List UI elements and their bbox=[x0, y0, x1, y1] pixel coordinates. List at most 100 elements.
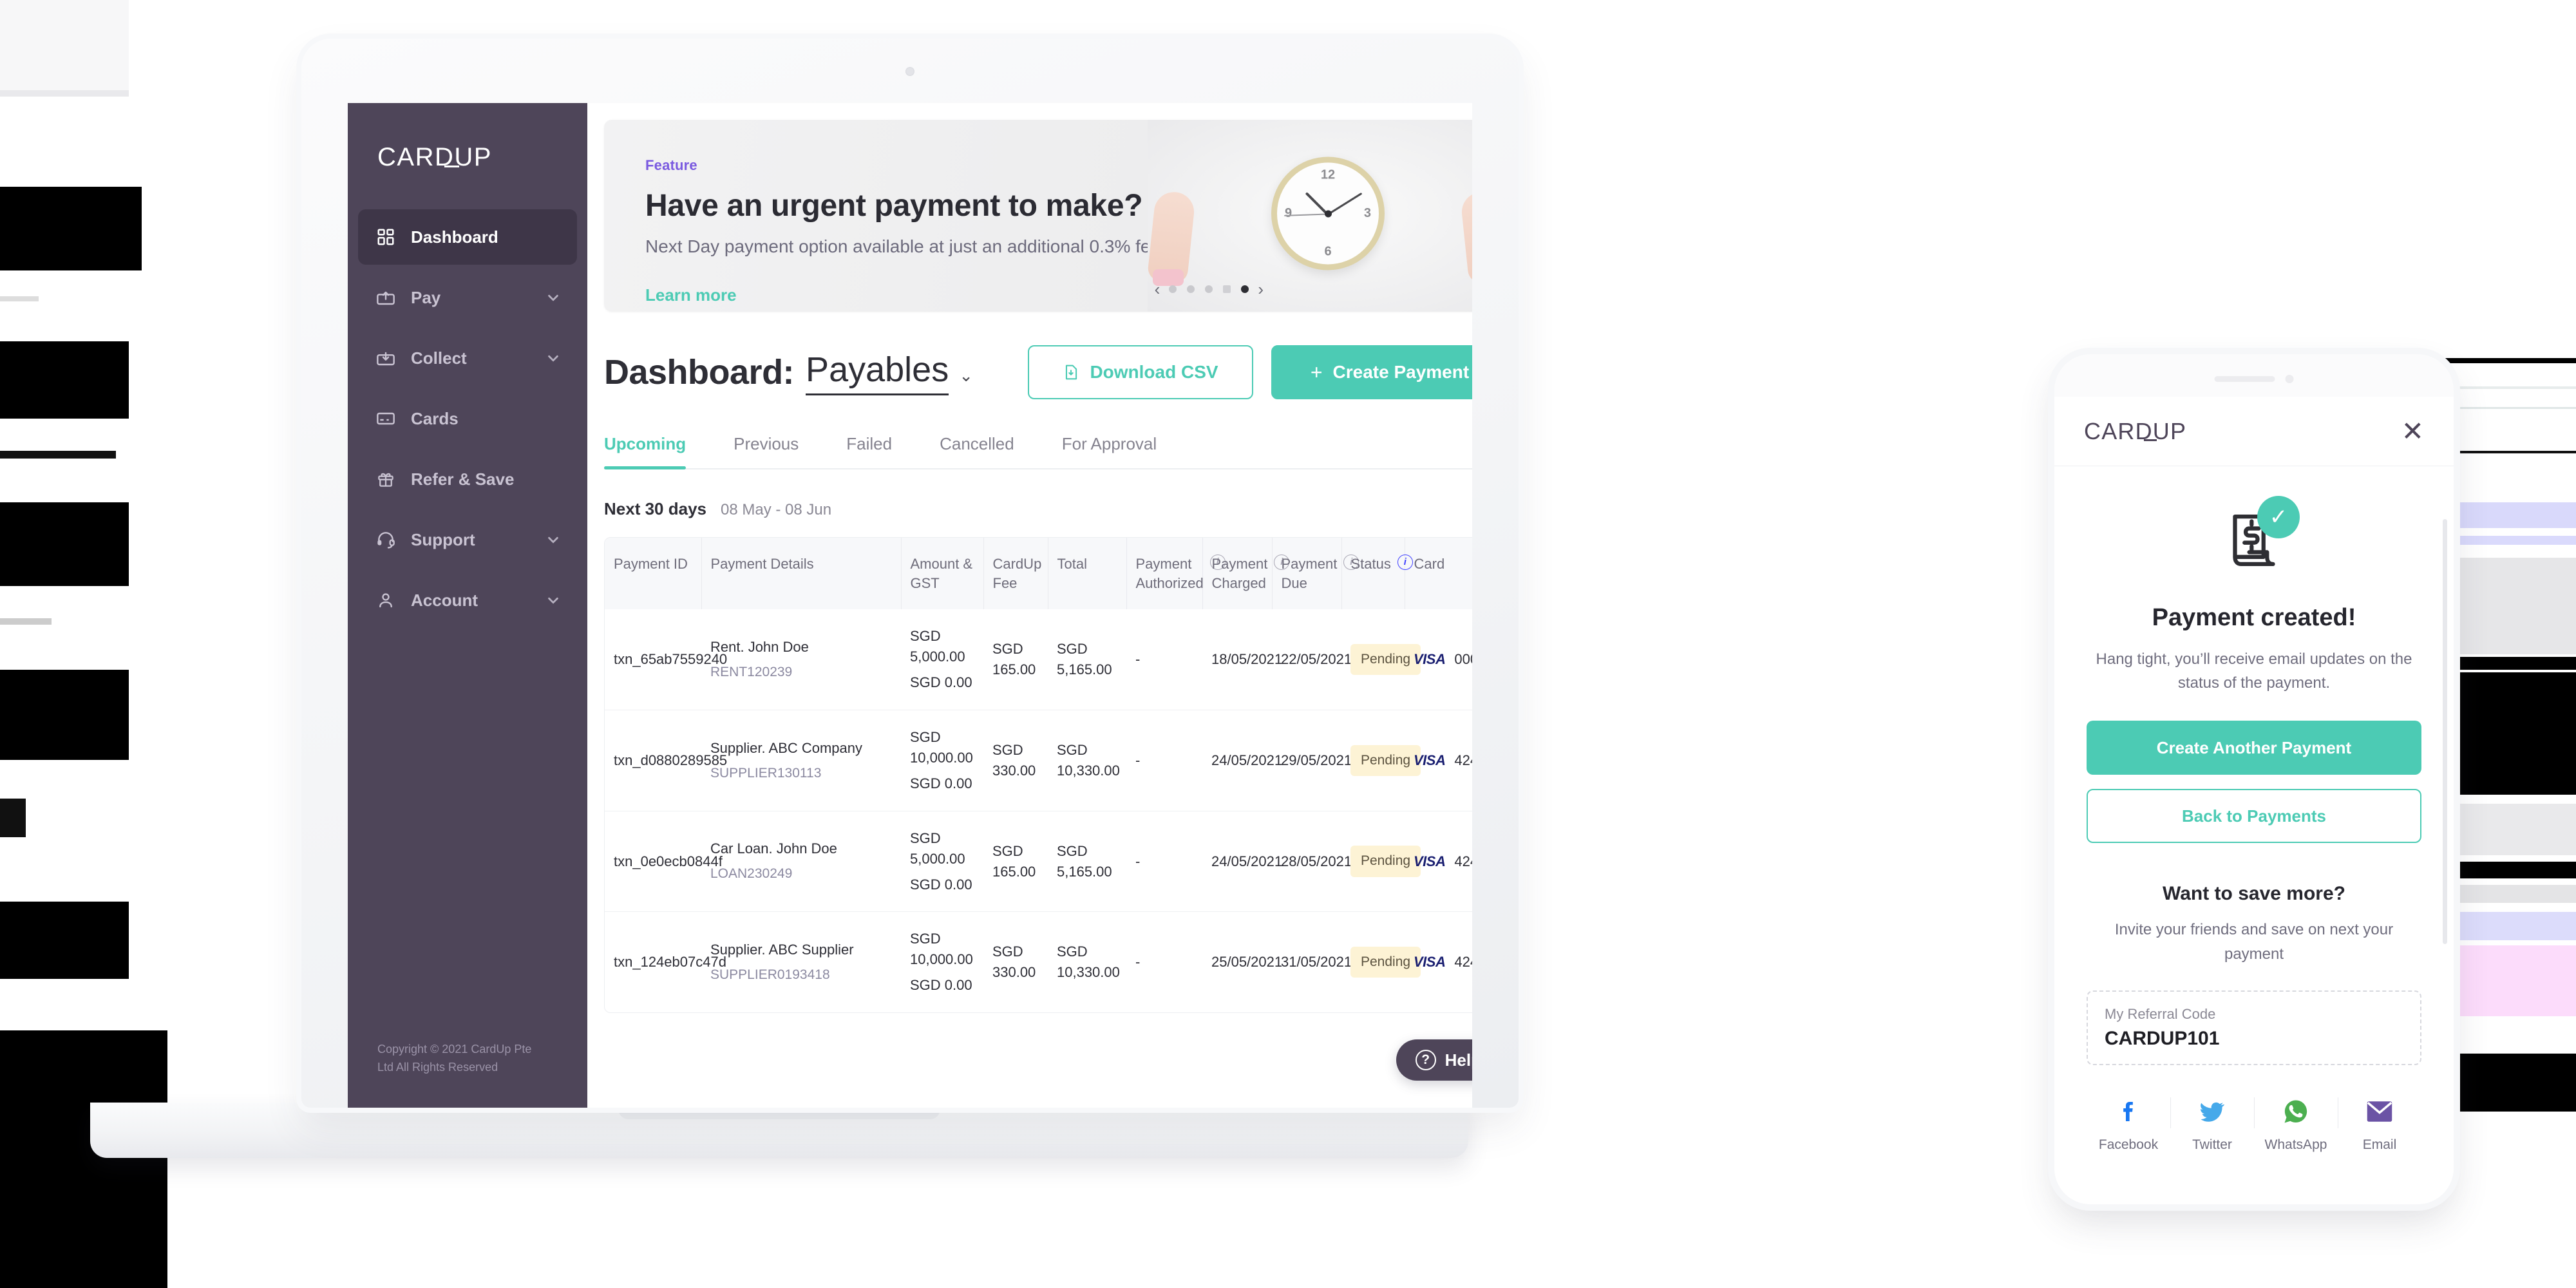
share-email-label: Email bbox=[2362, 1137, 2397, 1152]
sidebar-item-support[interactable]: Support bbox=[358, 512, 577, 567]
left-edge-bands bbox=[0, 0, 167, 1288]
cell-payment-due: 31/05/2021 bbox=[1272, 911, 1352, 1013]
phone-scrollbar[interactable] bbox=[2443, 519, 2447, 944]
col-label: Payment Authorized bbox=[1135, 556, 1204, 591]
info-icon[interactable]: i bbox=[1397, 554, 1413, 570]
tab-label: Cancelled bbox=[940, 434, 1014, 453]
sidebar-item-dashboard[interactable]: Dashboard bbox=[358, 209, 577, 265]
cell-payment-details: Supplier. ABC Company SUPPLIER130113 bbox=[701, 710, 901, 811]
share-facebook-button[interactable]: Facebook bbox=[2087, 1094, 2170, 1153]
phone-speaker bbox=[2214, 375, 2294, 383]
gst-value: SGD 0.00 bbox=[910, 775, 972, 791]
cell-payment-id: txn_0e0ecb0844f bbox=[605, 810, 723, 912]
back-to-payments-label: Back to Payments bbox=[2182, 806, 2326, 826]
screenshot-stage: CARDUP Dashboard Pay Collect Cards Refer… bbox=[0, 0, 2576, 1288]
banner-kicker: Feature bbox=[645, 157, 697, 173]
date-range-label: Next 30 days bbox=[604, 499, 706, 518]
pay-upload-icon bbox=[375, 287, 397, 308]
cell-payment-details: Car Loan. John Doe LOAN230249 bbox=[701, 810, 901, 912]
page-title: Dashboard: bbox=[604, 353, 795, 392]
mobile-device: CARDUP ✕ ✓ Payment created! Hang tight, … bbox=[2054, 354, 2454, 1204]
cell-payment-authorized: - bbox=[1126, 710, 1202, 811]
banner-title: Have an urgent payment to make? bbox=[645, 189, 1143, 223]
col-label: Total bbox=[1057, 556, 1087, 572]
payment-success-icon: ✓ bbox=[2212, 496, 2300, 580]
status-badge: Pending bbox=[1350, 846, 1421, 877]
status-badge: Pending bbox=[1350, 744, 1421, 777]
download-file-icon bbox=[1066, 365, 1077, 380]
sidebar-item-collect[interactable]: Collect bbox=[358, 330, 577, 386]
tab-previous[interactable]: Previous bbox=[734, 434, 799, 468]
chevron-down-icon bbox=[548, 597, 558, 604]
banner-text: Feature Have an urgent payment to make? … bbox=[645, 157, 1160, 305]
promo-banner[interactable]: Feature Have an urgent payment to make? … bbox=[604, 120, 1472, 312]
cell-status: Pending bbox=[1341, 609, 1421, 710]
cell-total: SGD 5,165.00 bbox=[1048, 810, 1126, 912]
tab-failed[interactable]: Failed bbox=[846, 434, 892, 468]
cell-card: VISA 0006 bbox=[1405, 609, 1472, 710]
tab-label: Upcoming bbox=[604, 434, 687, 453]
save-more-title: Want to save more? bbox=[2163, 883, 2345, 905]
social-share-row: Facebook Twitter WhatsApp Email bbox=[2087, 1094, 2421, 1153]
banner-learn-more-link[interactable]: Learn more bbox=[645, 285, 1160, 305]
clock-center-pin bbox=[1324, 209, 1332, 217]
sidebar-item-account[interactable]: Account bbox=[358, 573, 577, 628]
col-payment-details: Payment Details bbox=[701, 538, 902, 610]
payments-table: Payment ID Payment Details Amount & GST … bbox=[605, 538, 1472, 1013]
share-facebook-label: Facebook bbox=[2098, 1137, 2159, 1152]
cell-payment-id: txn_d0880289585 bbox=[605, 710, 727, 811]
gst-value: SGD 0.00 bbox=[910, 876, 972, 893]
page-actions: Download CSV + Create Payment bbox=[1028, 345, 1472, 399]
share-twitter-button[interactable]: Twitter bbox=[2170, 1094, 2254, 1153]
status-tabs: Upcoming Previous Failed Cancelled For A… bbox=[604, 434, 1472, 469]
tab-label: For Approval bbox=[1061, 434, 1157, 453]
col-label: Amount & GST bbox=[910, 556, 973, 591]
tab-cancelled[interactable]: Cancelled bbox=[940, 434, 1014, 468]
sidebar-item-refer-save[interactable]: Refer & Save bbox=[358, 451, 577, 507]
cell-payment-due: 29/05/2021 bbox=[1272, 710, 1352, 811]
download-csv-button[interactable]: Download CSV bbox=[1028, 345, 1253, 399]
clock-number-3: 3 bbox=[1363, 205, 1371, 220]
back-to-payments-button[interactable]: Back to Payments bbox=[2087, 789, 2421, 844]
carousel-prev-icon[interactable]: ‹ bbox=[1155, 281, 1160, 298]
share-whatsapp-button[interactable]: WhatsApp bbox=[2254, 1094, 2338, 1153]
help-button[interactable]: ? Help bbox=[1396, 1039, 1472, 1081]
carousel-dot[interactable] bbox=[1169, 285, 1177, 293]
table-row[interactable]: txn_d0880289585 Supplier. ABC Company SU… bbox=[605, 710, 1472, 811]
col-payment-id: Payment ID bbox=[605, 538, 702, 610]
create-another-payment-button[interactable]: Create Another Payment bbox=[2087, 721, 2421, 775]
table-row[interactable]: txn_124eb07c47d Supplier. ABC Supplier S… bbox=[605, 911, 1472, 1013]
cell-amount-gst: SGD 5,000.00 SGD 0.00 bbox=[901, 609, 983, 710]
cell-total: SGD 10,330.00 bbox=[1048, 911, 1126, 1013]
sidebar-item-pay[interactable]: Pay bbox=[358, 270, 577, 325]
tab-label: Failed bbox=[846, 434, 893, 453]
whatsapp-icon bbox=[2254, 1094, 2338, 1130]
carousel-dot[interactable] bbox=[1223, 285, 1231, 293]
close-icon[interactable]: ✕ bbox=[2401, 417, 2424, 445]
gst-value: SGD 0.00 bbox=[910, 977, 972, 994]
tab-for-approval[interactable]: For Approval bbox=[1062, 434, 1157, 468]
sidebar-item-cards[interactable]: Cards bbox=[358, 391, 577, 446]
view-selector[interactable]: Payables ⌄ bbox=[806, 350, 973, 395]
chevron-down-icon: ⌄ bbox=[959, 365, 973, 385]
carousel-next-icon[interactable]: › bbox=[1258, 281, 1264, 298]
sidebar-item-label: Cards bbox=[411, 408, 459, 428]
tab-upcoming[interactable]: Upcoming bbox=[604, 434, 687, 469]
share-twitter-label: Twitter bbox=[2192, 1137, 2232, 1152]
carousel-dot[interactable] bbox=[1187, 285, 1195, 293]
sidebar-item-label: Account bbox=[411, 590, 478, 610]
facebook-icon bbox=[2087, 1094, 2170, 1130]
table-row[interactable]: txn_65ab7559240 Rent. John Doe RENT12023… bbox=[605, 609, 1472, 710]
cell-payment-details: Rent. John Doe RENT120239 bbox=[701, 609, 901, 710]
view-selector-value: Payables bbox=[806, 350, 949, 395]
carousel-dot[interactable] bbox=[1205, 285, 1213, 293]
referral-code-box[interactable]: My Referral Code CARDUP101 bbox=[2087, 990, 2421, 1065]
payment-detail-reference: RENT120239 bbox=[710, 664, 793, 679]
create-payment-button[interactable]: + Create Payment bbox=[1271, 345, 1472, 399]
success-check-icon: ✓ bbox=[2257, 496, 2300, 538]
success-title: Payment created! bbox=[2152, 604, 2356, 631]
share-email-button[interactable]: Email bbox=[2338, 1094, 2421, 1153]
table-row[interactable]: txn_0e0ecb0844f Car Loan. John Doe LOAN2… bbox=[605, 810, 1472, 912]
carousel-dot-active[interactable] bbox=[1241, 285, 1249, 293]
sidebar-item-label: Collect bbox=[411, 348, 467, 368]
